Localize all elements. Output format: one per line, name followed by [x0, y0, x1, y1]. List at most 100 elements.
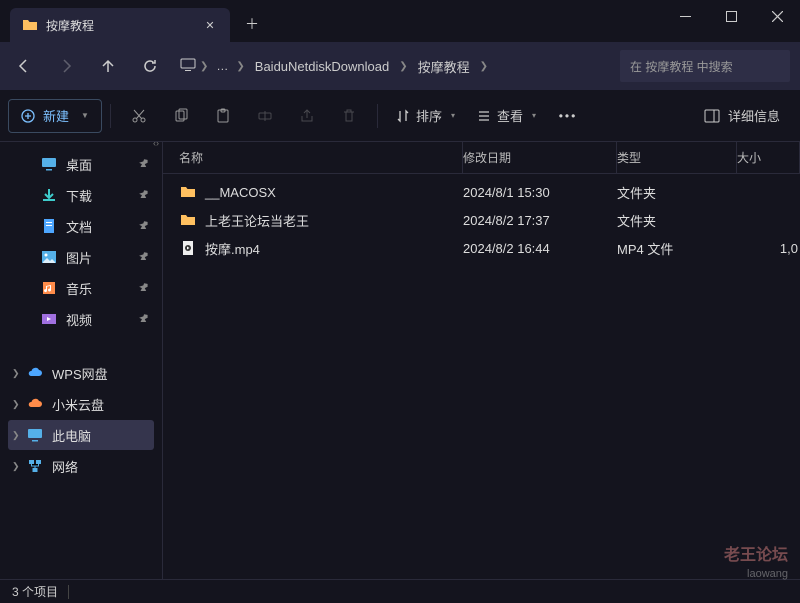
up-button[interactable]: [88, 48, 128, 84]
chevron-right-icon[interactable]: ❯: [476, 61, 492, 72]
column-header-type[interactable]: 类型: [617, 142, 737, 173]
pc-icon: [26, 426, 44, 444]
view-icon: [477, 109, 491, 123]
refresh-button[interactable]: [130, 48, 170, 84]
sort-button[interactable]: 排序 ▾: [386, 98, 465, 134]
sidebar-item-pc[interactable]: ❯ 此电脑: [8, 420, 154, 450]
chevron-down-icon: ▼: [81, 111, 89, 120]
sidebar-item-music[interactable]: 音乐: [8, 273, 154, 303]
file-name: 按摩.mp4: [205, 239, 260, 258]
navigation-sidebar: ‹› 桌面下载文档图片音乐视频 ❯WPS网盘❯小米云盘❯此电脑❯网络: [0, 142, 163, 579]
pin-icon: [135, 280, 151, 296]
pin-icon: [135, 156, 151, 172]
pin-icon: [135, 311, 151, 327]
breadcrumb-overflow[interactable]: …: [212, 59, 232, 73]
video-icon: [40, 310, 58, 328]
sidebar-item-video[interactable]: 视频: [8, 304, 154, 334]
rename-button[interactable]: [245, 98, 285, 134]
sidebar-item-label: 网络: [52, 457, 78, 476]
minimize-button[interactable]: [662, 0, 708, 32]
tab-title: 按摩教程: [46, 17, 198, 34]
column-header-size[interactable]: 大小: [737, 142, 800, 173]
share-button[interactable]: [287, 98, 327, 134]
pin-icon: [135, 187, 151, 203]
file-type: 文件夹: [617, 211, 737, 230]
file-size: 1,0: [737, 241, 800, 256]
tab-current[interactable]: 按摩教程 ✕: [10, 8, 230, 42]
maximize-button[interactable]: [708, 0, 754, 32]
forward-button[interactable]: [46, 48, 86, 84]
search-input[interactable]: 在 按摩教程 中搜索: [620, 50, 790, 82]
trash-icon: [341, 108, 357, 124]
chevron-right-icon[interactable]: ❯: [12, 368, 26, 379]
details-pane-icon: [704, 108, 720, 124]
column-header-date[interactable]: 修改日期: [463, 142, 617, 173]
tab-close-button[interactable]: ✕: [198, 13, 222, 37]
file-rows-container: __MACOSX 2024/8/1 15:30 文件夹 上老王论坛当老王 202…: [163, 174, 800, 579]
ellipsis-icon: •••: [559, 109, 578, 123]
scissors-icon: [131, 108, 147, 124]
sidebar-item-cloud[interactable]: ❯WPS网盘: [8, 358, 154, 388]
sidebar-item-cloud[interactable]: ❯ 小米云盘: [8, 389, 154, 419]
file-row[interactable]: 上老王论坛当老王 2024/8/2 17:37 文件夹: [163, 206, 800, 234]
sidebar-item-label: 小米云盘: [52, 395, 104, 414]
copy-button[interactable]: [161, 98, 201, 134]
sidebar-item-label: 下载: [66, 186, 92, 205]
paste-button[interactable]: [203, 98, 243, 134]
file-type: MP4 文件: [617, 239, 737, 258]
back-button[interactable]: [4, 48, 44, 84]
chevron-right-icon[interactable]: ❯: [12, 461, 26, 472]
plus-circle-icon: [21, 109, 35, 123]
sidebar-item-picture[interactable]: 图片: [8, 242, 154, 272]
titlebar: 按摩教程 ✕ ＋: [0, 0, 800, 42]
more-button[interactable]: •••: [548, 98, 588, 134]
sidebar-item-desktop[interactable]: 桌面: [8, 149, 154, 179]
file-type: 文件夹: [617, 183, 737, 202]
breadcrumb-segment[interactable]: BaiduNetdiskDownload: [249, 59, 395, 74]
new-button[interactable]: 新建 ▼: [8, 99, 102, 133]
copy-icon: [173, 108, 189, 124]
delete-button[interactable]: [329, 98, 369, 134]
chevron-right-icon[interactable]: ❯: [196, 61, 212, 72]
network-icon: [26, 457, 44, 475]
sidebar-item-label: 此电脑: [52, 426, 91, 445]
breadcrumb-segment[interactable]: 按摩教程: [412, 57, 476, 76]
cut-button[interactable]: [119, 98, 159, 134]
chevron-right-icon[interactable]: ❯: [395, 61, 411, 72]
sidebar-item-download[interactable]: 下载: [8, 180, 154, 210]
file-row[interactable]: __MACOSX 2024/8/1 15:30 文件夹: [163, 178, 800, 206]
file-name: 上老王论坛当老王: [205, 211, 309, 230]
chevron-right-icon[interactable]: ❯: [232, 61, 248, 72]
close-button[interactable]: [754, 0, 800, 32]
search-placeholder: 在 按摩教程 中搜索: [630, 58, 733, 75]
item-count: 3 个项目: [12, 583, 58, 600]
sidebar-item-network[interactable]: ❯ 网络: [8, 451, 154, 481]
folder-icon: [179, 211, 197, 229]
details-pane-button[interactable]: 详细信息: [692, 106, 792, 125]
file-row[interactable]: 按摩.mp4 2024/8/2 16:44 MP4 文件 1,0: [163, 234, 800, 262]
file-date: 2024/8/2 17:37: [463, 213, 617, 228]
chevron-right-icon[interactable]: ❯: [12, 430, 26, 441]
chevron-right-icon[interactable]: ❯: [12, 399, 26, 410]
sidebar-item-label: 视频: [66, 310, 92, 329]
download-icon: [40, 186, 58, 204]
sidebar-splitter-icon[interactable]: ‹›: [150, 142, 162, 150]
file-date: 2024/8/1 15:30: [463, 185, 617, 200]
view-button[interactable]: 查看 ▾: [467, 98, 546, 134]
column-header-name[interactable]: 名称: [163, 142, 463, 173]
sidebar-item-document[interactable]: 文档: [8, 211, 154, 241]
document-icon: [40, 217, 58, 235]
sidebar-item-label: 图片: [66, 248, 92, 267]
new-tab-button[interactable]: ＋: [234, 8, 270, 40]
clipboard-icon: [215, 108, 231, 124]
address-bar[interactable]: ❯ … ❯ BaiduNetdiskDownload ❯ 按摩教程 ❯: [172, 48, 500, 84]
file-date: 2024/8/2 16:44: [463, 241, 617, 256]
share-icon: [299, 108, 315, 124]
cloud-icon: [26, 364, 44, 382]
window-controls: [662, 0, 800, 42]
rename-icon: [257, 108, 273, 124]
navigation-bar: ❯ … ❯ BaiduNetdiskDownload ❯ 按摩教程 ❯ 在 按摩…: [0, 42, 800, 90]
folder-icon: [22, 17, 38, 33]
main-body: ‹› 桌面下载文档图片音乐视频 ❯WPS网盘❯小米云盘❯此电脑❯网络 名称 修改…: [0, 142, 800, 579]
chevron-down-icon: ▾: [451, 111, 455, 120]
